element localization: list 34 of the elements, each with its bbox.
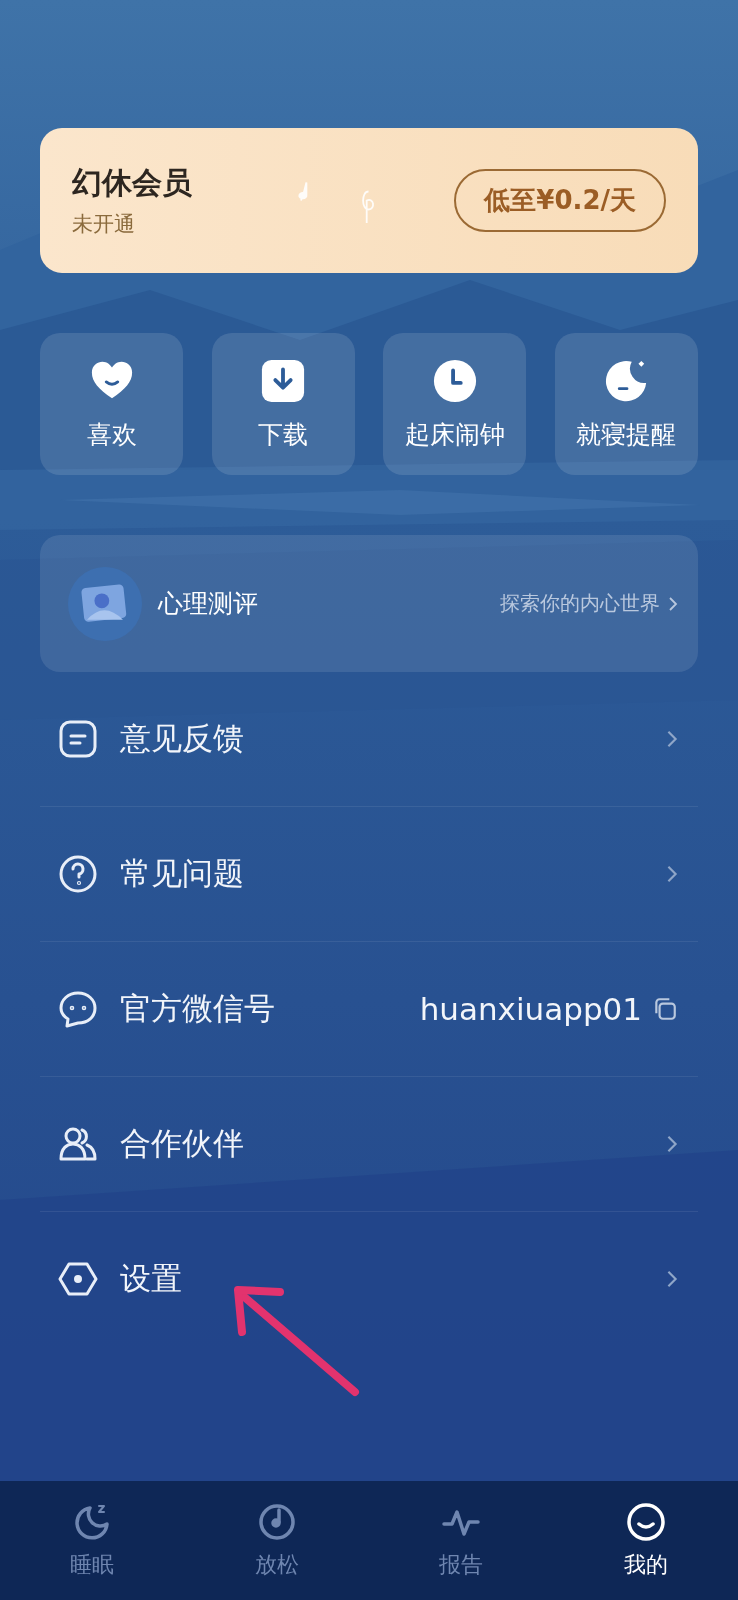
tab[interactable]: 报告 [369, 1481, 554, 1600]
price-button[interactable]: 低至¥0.2/天 [454, 169, 666, 232]
chevron-icon [666, 864, 678, 884]
membership-status: 未开通 [72, 211, 136, 238]
menu-item[interactable]: 合作伙伴 [40, 1077, 698, 1212]
wechat-icon [58, 989, 98, 1029]
feedback-icon [58, 719, 98, 759]
membership-title: 幻休会员 [72, 164, 192, 202]
menu-item[interactable]: 意见反馈 [40, 672, 698, 807]
wechat-id: huanxiuapp01 [419, 991, 642, 1027]
chevron-icon [666, 1269, 678, 1289]
assessment-title: 心理测评 [158, 588, 258, 620]
membership-card[interactable]: 幻休会员 未开通 低至¥0.2/天 [40, 128, 698, 273]
shortcut-tile[interactable]: 起床闹钟 [383, 333, 527, 475]
shortcut-tile[interactable]: 下载 [211, 333, 355, 475]
chevron-icon [666, 1134, 678, 1154]
relax-icon [256, 1501, 297, 1542]
assessment-card[interactable]: 心理测评 探索你的内心世界 [40, 535, 698, 672]
menu-item[interactable]: 常见问题 [40, 807, 698, 942]
clock-icon [431, 357, 478, 404]
tab[interactable]: 我的 [553, 1481, 738, 1600]
me-icon [625, 1501, 666, 1542]
chevron-icon [668, 595, 678, 612]
copy-icon[interactable] [652, 996, 678, 1022]
tab[interactable]: 睡眠 [0, 1481, 185, 1600]
shortcut-tile[interactable]: 就寝提醒 [554, 333, 698, 475]
download-icon [260, 357, 307, 404]
menu-item[interactable]: 官方微信号 huanxiuapp01 [40, 942, 698, 1077]
shortcut-tile[interactable]: 喜欢 [40, 333, 183, 475]
tab[interactable]: 放松 [184, 1481, 369, 1600]
question-icon [58, 854, 98, 894]
assessment-icon [68, 566, 142, 641]
chevron-icon [666, 729, 678, 749]
assessment-hint: 探索你的内心世界 [500, 590, 660, 617]
